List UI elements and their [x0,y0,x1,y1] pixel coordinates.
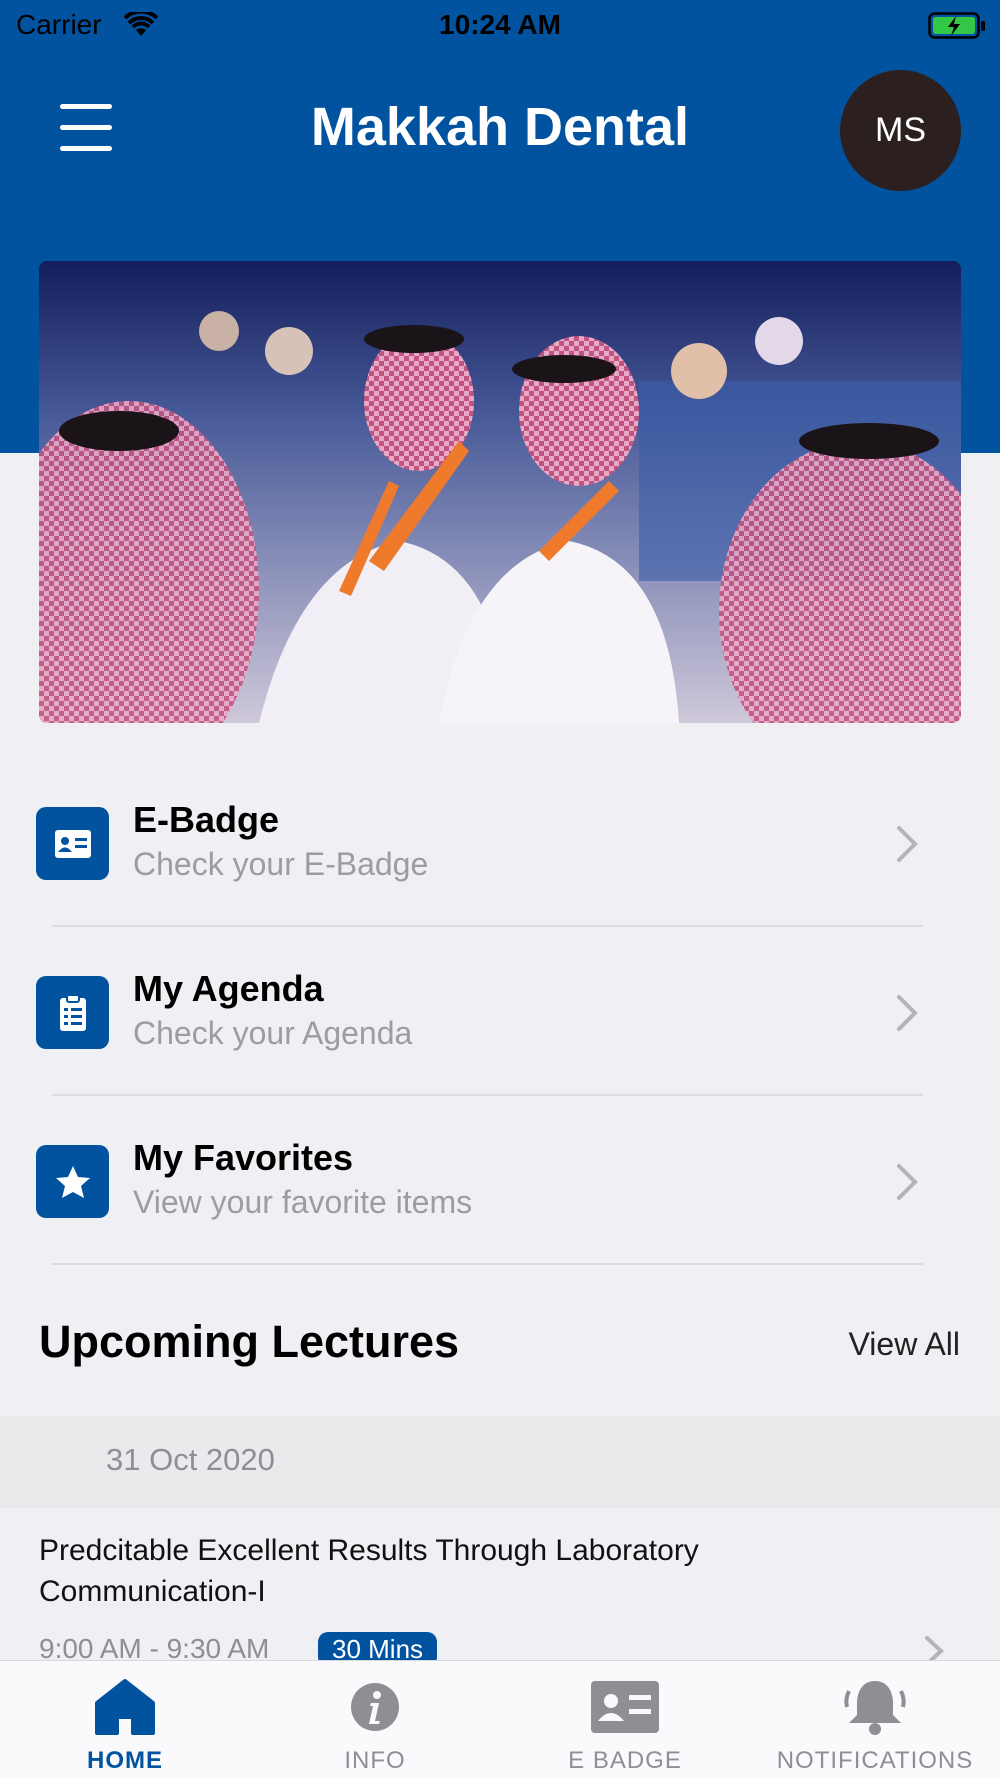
hero-image [39,261,961,723]
lecture-item[interactable]: Predcitable Excellent Results Through La… [0,1508,1000,1667]
info-icon [339,1677,411,1737]
tab-label: NOTIFICATIONS [776,1747,974,1774]
menu-item-title: My Agenda [133,968,324,1009]
chevron-right-icon [895,993,919,1038]
menu-item-title: E-Badge [133,799,280,840]
tab-home[interactable]: HOME [0,1661,250,1778]
menu-item-subtitle: Check your Agenda [133,1015,413,1051]
chevron-right-icon [895,824,919,869]
status-bar: Carrier 10:24 AM [0,0,1000,52]
lecture-title: Predcitable Excellent Results Through La… [39,1534,699,1608]
section-title-upcoming-lectures: Upcoming Lectures [39,1316,460,1367]
lecture-date: 31 Oct 2020 [106,1442,275,1477]
menu-item-subtitle: View your favorite items [133,1184,473,1220]
tab-label: HOME [87,1747,163,1774]
tab-label: INFO [344,1747,406,1774]
menu-item-title: My Favorites [133,1137,354,1178]
menu-item-my-agenda[interactable]: My Agenda Check your Agenda [0,927,1000,1096]
menu-item-e-badge[interactable]: E-Badge Check your E-Badge [0,758,1000,927]
clock: 10:24 AM [439,9,561,40]
tab-e-badge[interactable]: E BADGE [500,1661,750,1778]
star-icon [36,1145,109,1218]
view-all-link[interactable]: View All [849,1326,960,1363]
date-header: 31 Oct 2020 [0,1416,1000,1508]
chevron-right-icon [895,1162,919,1207]
battery-icon [928,12,986,47]
tab-notifications[interactable]: NOTIFICATIONS [750,1661,1000,1778]
tab-bar: HOME INFO E BADGE NOTIFICATIONS [0,1660,1000,1778]
avatar[interactable]: MS [840,70,961,191]
home-icon [89,1677,161,1737]
home-menu-list: E-Badge Check your E-Badge My Agenda Che… [0,758,1000,1265]
divider [52,1263,923,1265]
menu-item-subtitle: Check your E-Badge [133,846,429,882]
menu-item-my-favorites[interactable]: My Favorites View your favorite items [0,1096,1000,1265]
clipboard-icon [36,976,109,1049]
id-card-icon [589,1677,661,1737]
id-card-icon [36,807,109,880]
bell-icon [839,1677,911,1737]
tab-info[interactable]: INFO [250,1661,500,1778]
tab-label: E BADGE [568,1747,682,1774]
